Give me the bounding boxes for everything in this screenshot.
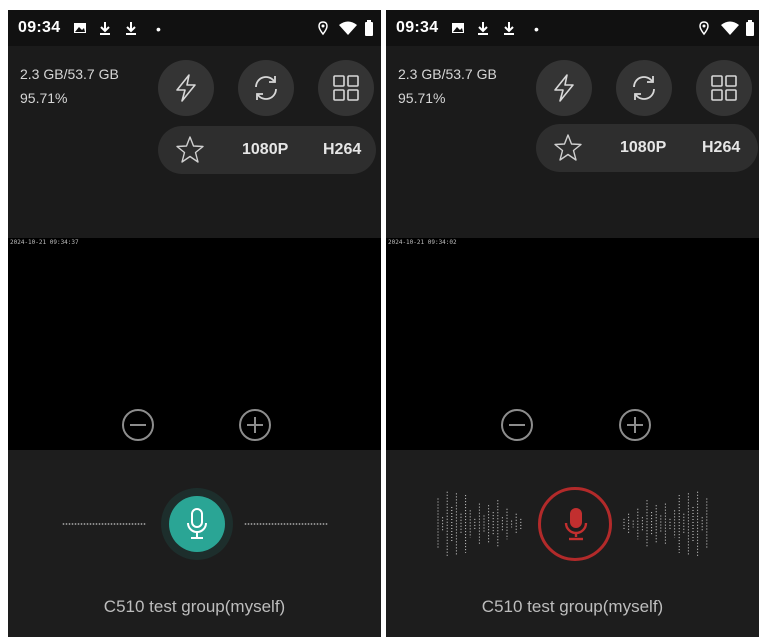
flash-icon: [554, 74, 574, 102]
status-bar: 09:34 •: [386, 10, 759, 46]
control-area: 2.3 GB/53.7 GB 95.71% 1080P H264: [8, 46, 381, 238]
switch-camera-button[interactable]: [616, 60, 672, 116]
flash-icon: [176, 74, 196, 102]
resolution-label[interactable]: 1080P: [620, 139, 666, 157]
video-timestamp: 2024-10-21 09:34:02: [388, 239, 457, 246]
battery-percent: 95.71%: [20, 90, 68, 106]
video-timestamp: 2024-10-21 09:34:37: [10, 239, 79, 246]
switch-camera-button[interactable]: [238, 60, 294, 116]
zoom-out-icon[interactable]: [500, 408, 534, 442]
grid-menu-icon: [711, 75, 737, 101]
video-settings-pill[interactable]: 1080P H264: [158, 126, 376, 174]
push-to-talk-area: C510 test group(myself): [8, 450, 381, 637]
audio-level-idle-left: [62, 523, 146, 525]
push-to-talk-button[interactable]: [169, 496, 225, 552]
audio-waveform-left: [437, 491, 522, 557]
star-icon[interactable]: [552, 132, 584, 164]
zoom-in-icon[interactable]: [238, 408, 272, 442]
download-icon: [126, 22, 136, 35]
location-icon: [699, 21, 709, 36]
download-icon: [504, 22, 514, 35]
status-time: 09:34: [18, 19, 61, 36]
microphone-icon: [187, 508, 207, 539]
video-preview: 2024-10-21 09:34:37: [8, 238, 381, 450]
screen-idle: 09:34 • 2.3 GB/53.7 GB 95.71% 1080P H264…: [8, 10, 381, 637]
storage-info: 2.3 GB/53.7 GB 95.71%: [20, 62, 119, 110]
notification-dot-icon: •: [156, 21, 161, 37]
resolution-label[interactable]: 1080P: [242, 141, 288, 159]
battery-icon: [746, 20, 754, 36]
video-settings-pill[interactable]: 1080P H264: [536, 124, 758, 172]
audio-level-idle-right: [244, 523, 328, 525]
download-icon: [478, 22, 488, 35]
video-preview: 2024-10-21 09:34:02: [386, 238, 759, 450]
grid-menu-button[interactable]: [696, 60, 752, 116]
control-area: 2.3 GB/53.7 GB 95.71% 1080P H264: [386, 46, 759, 238]
codec-label[interactable]: H264: [702, 139, 740, 157]
battery-icon: [365, 20, 373, 36]
codec-label[interactable]: H264: [323, 141, 361, 159]
group-name[interactable]: C510 test group(myself): [8, 597, 381, 617]
flash-button[interactable]: [536, 60, 592, 116]
microphone-icon: [564, 508, 588, 541]
zoom-in-icon[interactable]: [618, 408, 652, 442]
grid-menu-button[interactable]: [318, 60, 374, 116]
image-icon: [74, 23, 86, 33]
image-icon: [452, 23, 464, 33]
storage-used: 2.3 GB/53.7 GB: [20, 66, 119, 82]
group-name[interactable]: C510 test group(myself): [386, 597, 759, 617]
star-icon[interactable]: [174, 134, 206, 166]
grid-menu-icon: [333, 75, 359, 101]
storage-info: 2.3 GB/53.7 GB 95.71%: [398, 62, 497, 110]
push-to-talk-button-active[interactable]: [538, 487, 612, 561]
battery-percent: 95.71%: [398, 90, 446, 106]
flash-button[interactable]: [158, 60, 214, 116]
push-to-talk-area: C510 test group(myself): [386, 450, 759, 637]
screen-recording: 09:34 • 2.3 GB/53.7 GB 95.71% 1080P H264…: [386, 10, 759, 637]
audio-waveform-right: [623, 491, 708, 557]
status-bar: 09:34 •: [8, 10, 381, 46]
notification-dot-icon: •: [534, 21, 539, 37]
switch-camera-icon: [633, 76, 655, 100]
storage-used: 2.3 GB/53.7 GB: [398, 66, 497, 82]
status-time: 09:34: [396, 19, 439, 36]
wifi-icon: [339, 21, 357, 35]
wifi-icon: [721, 21, 739, 35]
zoom-out-icon[interactable]: [121, 408, 155, 442]
download-icon: [100, 22, 110, 35]
location-icon: [318, 21, 328, 36]
switch-camera-icon: [255, 76, 277, 100]
